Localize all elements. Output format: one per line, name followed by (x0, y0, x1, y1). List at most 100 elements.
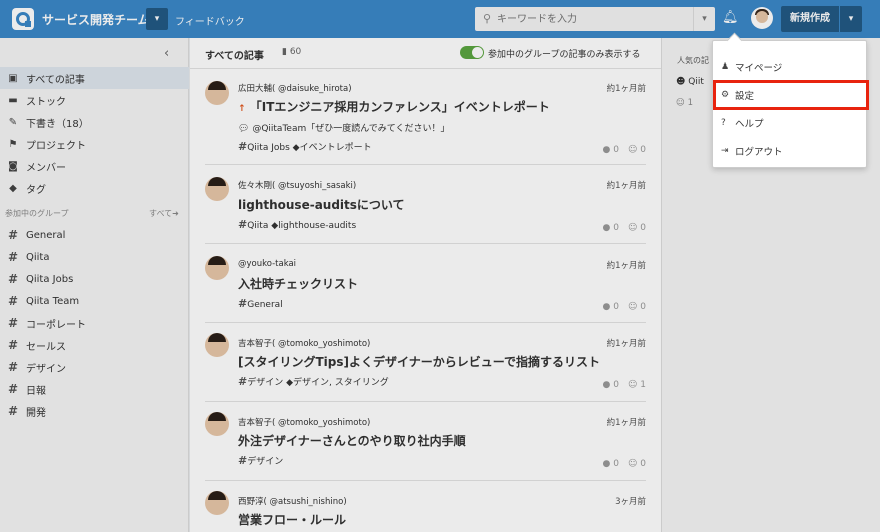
article-author[interactable]: 佐々木剛( @tsuyoshi_sasaki) (238, 179, 356, 191)
article-item[interactable]: 吉本智子( @tomoko_yoshimoto) 約1ヶ月前 外注デザイナーさん… (205, 402, 646, 481)
comment-count: 0 (613, 223, 619, 233)
group-label: デザイン (26, 363, 66, 375)
group-filter-toggle-label: 参加中のグループの記事のみ表示する (488, 50, 641, 60)
page-title: すべての記事 (205, 51, 264, 62)
comment-count: 0 (613, 380, 619, 390)
menu-item-help[interactable]: ? ヘルプ (713, 109, 866, 137)
article-item[interactable]: 広田大輔( @daisuke_hirota) 約1ヶ月前 ↑ 「ITエンジニア採… (205, 69, 646, 165)
sidebar-item-drafts[interactable]: ✎ 下書き（18） (0, 111, 189, 133)
article-item[interactable]: 佐々木剛( @tsuyoshi_sasaki) 約1ヶ月前 lighthouse… (205, 165, 646, 244)
group-link[interactable]: General (247, 300, 282, 310)
article-item[interactable]: 西野淳( @atsushi_nishino) 3ヶ月前 営業フロー・ルール (205, 481, 646, 532)
group-label: セールス (26, 341, 66, 353)
like-icon: ☺ (676, 98, 685, 108)
article-author[interactable]: 広田大輔( @daisuke_hirota) (238, 82, 352, 94)
group-link[interactable]: デザイン (247, 378, 283, 388)
sidebar-group-item[interactable]: # セールス (0, 335, 189, 355)
hash-icon: # (7, 316, 19, 330)
sidebar-item-label: 下書き（18） (26, 118, 89, 130)
article-title[interactable]: ↑ 「ITエンジニア採用カンファレンス」イベントレポート (238, 98, 550, 115)
article-stats: ● 0 ☺ 0 (603, 299, 646, 312)
article-title-text: 「ITエンジニア採用カンファレンス」イベントレポート (249, 100, 550, 114)
group-link[interactable]: Qiita (247, 221, 268, 231)
article-author[interactable]: @youko-takai (238, 259, 296, 269)
article-comment: 💬︎ @QiitaTeam「ぜひ一度読んでみてください！」 (238, 121, 450, 134)
group-link[interactable]: デザイン (247, 457, 283, 467)
bell-icon[interactable]: 🔔︎ (722, 10, 739, 25)
article-title[interactable]: lighthouse-auditsについて (238, 196, 405, 213)
sidebar-item-label: ストック (26, 96, 66, 108)
comment-icon: ● (602, 459, 611, 469)
member-icon: ◙ (8, 160, 18, 172)
search-icon: ⚲ (483, 12, 492, 25)
comment-icon: ● (602, 223, 611, 233)
sidebar-group-item[interactable]: # 日報 (0, 379, 189, 399)
like-icon: ☺ (628, 459, 638, 469)
author-avatar[interactable] (205, 81, 229, 105)
menu-item-mypage[interactable]: ♟ マイページ (713, 53, 866, 81)
author-avatar: ☻ (676, 77, 686, 87)
author-avatar[interactable] (205, 333, 229, 357)
sidebar: ‹ ▣ すべての記事 ▬ ストック ✎ 下書き（18） ⚑ プロジェクト ◙ メンバー ◆… (0, 38, 189, 532)
group-label: 開発 (26, 407, 46, 419)
sidebar-group-item[interactable]: # Qiita (0, 247, 189, 267)
tag-link[interactable]: デザイン, スタイリング (293, 378, 389, 388)
group-filter-toggle[interactable] (460, 46, 484, 59)
hash-icon: # (7, 404, 19, 418)
popular-article-item[interactable]: ☻ Qiit (676, 77, 704, 87)
feedback-link[interactable]: フィードバック (175, 13, 245, 28)
team-name[interactable]: サービス開発チーム (42, 11, 150, 28)
search-options-dropdown-icon[interactable]: ▾ (693, 7, 715, 31)
user-avatar[interactable] (751, 7, 773, 29)
comment-icon: ● (602, 302, 611, 312)
author-avatar[interactable] (205, 256, 229, 280)
article-title[interactable]: [スタイリングTips]よくデザイナーからレビューで指摘するリスト (238, 353, 600, 370)
menu-item-label: ヘルプ (735, 119, 764, 130)
qiita-team-logo-icon[interactable] (12, 8, 34, 30)
comment-icon: 💬︎ (238, 124, 250, 134)
article-item[interactable]: 吉本智子( @tomoko_yoshimoto) 約1ヶ月前 [スタイリングTi… (205, 323, 646, 402)
menu-item-logout[interactable]: ⇥ ログアウト (713, 137, 866, 165)
search-input[interactable] (497, 10, 692, 28)
sidebar-group-item[interactable]: # Qiita Jobs (0, 269, 189, 289)
tag-link[interactable]: イベントレポート (300, 143, 372, 153)
tag-link[interactable]: lighthouse-audits (278, 221, 356, 231)
article-title[interactable]: 外注デザイナーさんとのやり取り社内手順 (238, 432, 466, 449)
sidebar-group-item[interactable]: # コーポレート (0, 313, 189, 333)
new-post-button[interactable]: 新規作成 (781, 6, 839, 32)
sidebar-group-item[interactable]: # 開発 (0, 401, 189, 421)
sidebar-item-stock[interactable]: ▬ ストック (0, 89, 189, 111)
comment-count: 0 (613, 302, 619, 312)
sidebar-group-item[interactable]: # デザイン (0, 357, 189, 377)
article-feed: すべての記事 ▮ 60 参加中のグループの記事のみ表示する 広田大輔( @dai… (190, 38, 661, 532)
hash-icon: # (7, 360, 19, 374)
sidebar-item-members[interactable]: ◙ メンバー (0, 155, 189, 177)
author-avatar[interactable] (205, 412, 229, 436)
sidebar-item-tags[interactable]: ◆ タグ (0, 177, 189, 199)
sidebar-item-projects[interactable]: ⚑ プロジェクト (0, 133, 189, 155)
article-title[interactable]: 入社時チェックリスト (238, 275, 358, 292)
comment-icon: ● (602, 145, 611, 155)
group-link[interactable]: Qiita Jobs (247, 143, 290, 153)
author-avatar[interactable] (205, 177, 229, 201)
hash-icon: # (7, 294, 19, 308)
sidebar-group-item[interactable]: # Qiita Team (0, 291, 189, 311)
like-count: 0 (640, 459, 646, 469)
rss-icon: ▣ (8, 72, 18, 84)
article-time: 約1ヶ月前 (606, 261, 646, 271)
folder-icon: ▬ (8, 94, 18, 106)
article-author[interactable]: 西野淳( @atsushi_nishino) (238, 495, 347, 507)
article-author[interactable]: 吉本智子( @tomoko_yoshimoto) (238, 337, 370, 349)
sidebar-item-label: タグ (26, 184, 46, 196)
sidebar-item-all-articles[interactable]: ▣ すべての記事 (0, 67, 189, 89)
groups-all-link[interactable]: すべて➜ (149, 208, 179, 219)
article-author[interactable]: 吉本智子( @tomoko_yoshimoto) (238, 416, 370, 428)
team-dropdown-button[interactable]: ▾ (146, 8, 168, 30)
sidebar-group-item[interactable]: # General (0, 225, 189, 245)
author-avatar[interactable] (205, 491, 229, 515)
article-item[interactable]: @youko-takai 約1ヶ月前 入社時チェックリスト #General ●… (205, 244, 646, 323)
article-title[interactable]: 営業フロー・ルール (238, 511, 346, 528)
new-post-dropdown-button[interactable]: ▾ (840, 6, 862, 32)
collapse-sidebar-icon[interactable]: ‹ (164, 46, 169, 61)
flag-icon: ⚑ (8, 138, 18, 150)
